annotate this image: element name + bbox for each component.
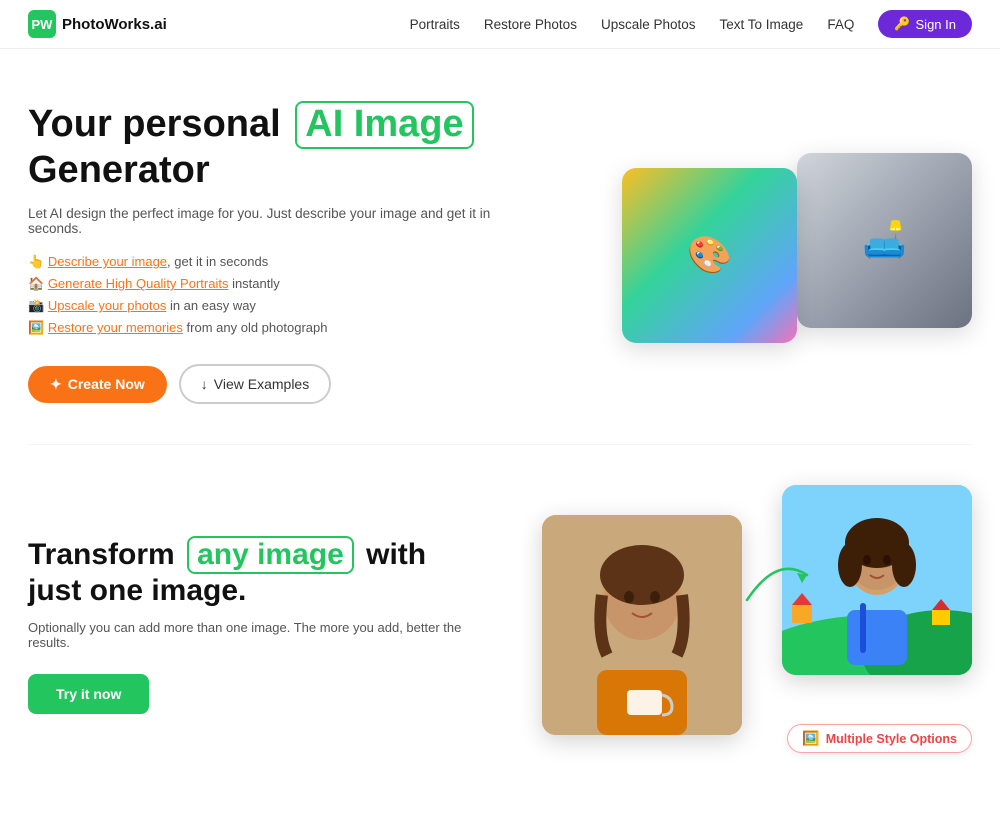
- hero-title-highlight: AI Image: [295, 101, 473, 149]
- signin-button[interactable]: 🔑 Sign In: [878, 10, 972, 38]
- key-icon: 🔑: [894, 16, 910, 32]
- transform-section: Transform any image with just one image.…: [0, 445, 1000, 815]
- nav-portraits[interactable]: Portraits: [410, 17, 460, 32]
- features-list: 👆 Describe your image, get it in seconds…: [28, 254, 508, 336]
- nav-text-to-image[interactable]: Text To Image: [720, 17, 804, 32]
- logo-icon: PW: [28, 10, 56, 38]
- hero-section: Your personal AI Image Generator Let AI …: [0, 49, 1000, 444]
- feature-item: 📸 Upscale your photos in an easy way: [28, 298, 508, 314]
- transform-images: 🖼️ Multiple Style Options: [542, 485, 972, 765]
- woman-mug-image: [542, 515, 742, 735]
- logo-text: PhotoWorks.ai: [62, 16, 167, 33]
- sparkle-icon: ✦: [50, 376, 62, 393]
- hero-subtitle: Let AI design the perfect image for you.…: [28, 206, 508, 236]
- feature-link-describe[interactable]: Describe your image: [48, 254, 167, 269]
- style-badge-text: Multiple Style Options: [826, 732, 957, 746]
- transform-title: Transform any image with just one image.: [28, 536, 468, 608]
- logo-area: PW PhotoWorks.ai: [28, 10, 167, 38]
- hero-images: 🎨 🛋️: [622, 153, 972, 353]
- living-room-image: 🛋️: [797, 153, 972, 328]
- transform-title-highlight: any image: [187, 536, 354, 574]
- hero-image-colorful-room: 🎨: [622, 168, 797, 343]
- feature-item: 🏠 Generate High Quality Portraits instan…: [28, 276, 508, 292]
- transform-content: Transform any image with just one image.…: [28, 536, 468, 714]
- transform-subtitle: Optionally you can add more than one ima…: [28, 620, 468, 650]
- down-arrow-icon: ↓: [201, 376, 208, 392]
- feature-item: 🖼️ Restore your memories from any old ph…: [28, 320, 508, 336]
- hero-content: Your personal AI Image Generator Let AI …: [28, 101, 508, 404]
- colorful-room-image: 🎨: [622, 168, 797, 343]
- feature-link-upscale[interactable]: Upscale your photos: [48, 298, 167, 313]
- nav-faq[interactable]: FAQ: [827, 17, 854, 32]
- feature-item: 👆 Describe your image, get it in seconds: [28, 254, 508, 270]
- nav-links: Portraits Restore Photos Upscale Photos …: [410, 10, 972, 38]
- hero-title: Your personal AI Image Generator: [28, 101, 508, 192]
- style-badge: 🖼️ Multiple Style Options: [787, 724, 972, 753]
- hero-image-living-room: 🛋️: [797, 153, 972, 328]
- navbar: PW PhotoWorks.ai Portraits Restore Photo…: [0, 0, 1000, 49]
- create-now-button[interactable]: ✦ Create Now: [28, 366, 167, 403]
- feature-link-restore[interactable]: Restore your memories: [48, 320, 183, 335]
- try-it-now-button[interactable]: Try it now: [28, 674, 149, 714]
- transform-image-before: [542, 515, 742, 735]
- nav-restore[interactable]: Restore Photos: [484, 17, 577, 32]
- feature-link-portraits[interactable]: Generate High Quality Portraits: [48, 276, 229, 291]
- hero-buttons: ✦ Create Now ↓ View Examples: [28, 364, 508, 404]
- style-badge-icon: 🖼️: [802, 730, 819, 747]
- view-examples-button[interactable]: ↓ View Examples: [179, 364, 331, 404]
- transform-arrow: [737, 545, 817, 615]
- nav-upscale[interactable]: Upscale Photos: [601, 17, 696, 32]
